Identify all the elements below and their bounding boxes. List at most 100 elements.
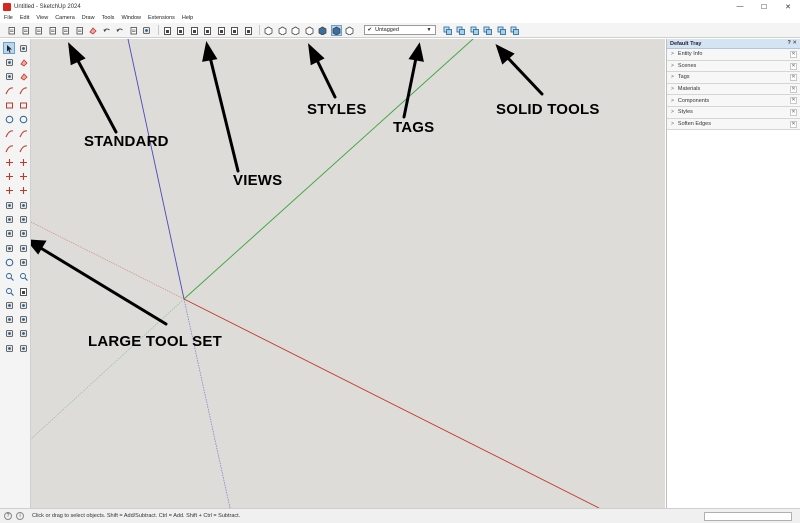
3d-text-icon[interactable] — [17, 228, 29, 240]
orbit-icon[interactable] — [3, 256, 15, 268]
minimize-button[interactable]: — — [728, 0, 752, 13]
hidden-line-icon[interactable] — [304, 25, 315, 36]
maximize-button[interactable]: ☐ — [752, 0, 776, 13]
sandbox-icon[interactable] — [3, 328, 15, 340]
close-icon[interactable]: ✕ — [790, 97, 797, 105]
back-view-icon[interactable] — [216, 25, 227, 36]
drape-icon[interactable] — [17, 342, 29, 354]
wireframe-icon[interactable] — [290, 25, 301, 36]
iso-view-icon[interactable] — [162, 25, 173, 36]
circle-icon[interactable] — [3, 113, 15, 125]
close-icon[interactable]: ✕ — [790, 74, 797, 82]
close-icon[interactable]: ✕ — [790, 85, 797, 93]
help-icon[interactable]: ? — [4, 512, 12, 520]
zoom-icon[interactable] — [3, 271, 15, 283]
outer-shell-icon[interactable] — [442, 25, 453, 36]
shaded-icon[interactable] — [317, 25, 328, 36]
tray-panel-soften-edges[interactable]: > Soften Edges ✕ — [667, 118, 800, 131]
tray-panel-scenes[interactable]: > Scenes ✕ — [667, 60, 800, 73]
zoom-window-icon[interactable] — [17, 271, 29, 283]
left-view-icon[interactable] — [229, 25, 240, 36]
tray-panel-materials[interactable]: > Materials ✕ — [667, 83, 800, 96]
menu-extensions[interactable]: Extensions — [148, 15, 175, 21]
close-icon[interactable]: ✕ — [790, 120, 797, 128]
undo-icon[interactable] — [101, 25, 112, 36]
text-icon[interactable] — [17, 214, 29, 226]
new-icon[interactable] — [6, 25, 17, 36]
drawing-viewport[interactable]: STANDARD VIEWS STYLES TAGS SOLID TOOLS L… — [31, 39, 665, 508]
offset-icon[interactable] — [17, 185, 29, 197]
polygon-icon[interactable] — [17, 113, 29, 125]
tray-panel-components[interactable]: > Components ✕ — [667, 95, 800, 107]
zoom-extents-icon[interactable] — [3, 285, 15, 297]
tray-panel-styles[interactable]: > Styles ✕ — [667, 106, 800, 119]
section-plane-icon[interactable] — [3, 242, 15, 254]
menu-window[interactable]: Window — [121, 15, 141, 21]
pie-icon[interactable] — [17, 142, 29, 154]
xray-icon[interactable] — [263, 25, 274, 36]
look-around-icon[interactable] — [17, 299, 29, 311]
close-button[interactable]: ✕ — [776, 0, 800, 13]
stamp-icon[interactable] — [3, 342, 15, 354]
scale-icon[interactable] — [3, 185, 15, 197]
section-fill-icon[interactable] — [17, 314, 29, 326]
axes-icon[interactable] — [3, 228, 15, 240]
right-view-icon[interactable] — [202, 25, 213, 36]
protractor-icon[interactable] — [3, 214, 15, 226]
previous-view-icon[interactable] — [17, 285, 29, 297]
position-camera-icon[interactable] — [3, 299, 15, 311]
paint-icon[interactable] — [3, 56, 15, 68]
pan-icon[interactable] — [17, 256, 29, 268]
arc-icon[interactable] — [3, 128, 15, 140]
paste-icon[interactable] — [74, 25, 85, 36]
close-icon[interactable]: ✕ — [790, 51, 797, 58]
menu-file[interactable]: File — [4, 15, 13, 21]
rectangle-icon[interactable] — [3, 99, 15, 111]
menu-help[interactable]: Help — [182, 15, 193, 21]
menu-draw[interactable]: Draw — [82, 15, 95, 21]
menu-camera[interactable]: Camera — [55, 15, 75, 21]
union-icon[interactable] — [469, 25, 480, 36]
menu-edit[interactable]: Edit — [20, 15, 29, 21]
monochrome-icon[interactable] — [344, 25, 355, 36]
close-icon[interactable]: ✕ — [790, 62, 797, 70]
freehand-icon[interactable] — [17, 85, 29, 97]
select-icon[interactable] — [3, 42, 15, 54]
follow-me-icon[interactable] — [17, 171, 29, 183]
dimension-icon[interactable] — [17, 199, 29, 211]
menu-view[interactable]: View — [36, 15, 48, 21]
open-icon[interactable] — [20, 25, 31, 36]
subtract-icon[interactable] — [482, 25, 493, 36]
tray-header-icons[interactable]: ? ✕ — [788, 40, 798, 46]
erase-icon[interactable] — [87, 25, 98, 36]
copy-icon[interactable] — [60, 25, 71, 36]
line-icon[interactable] — [3, 85, 15, 97]
rotated-rect-icon[interactable] — [17, 99, 29, 111]
cut-icon[interactable] — [47, 25, 58, 36]
back-edges-icon[interactable] — [277, 25, 288, 36]
three-point-arc-icon[interactable] — [3, 142, 15, 154]
bottom-view-icon[interactable] — [243, 25, 254, 36]
front-view-icon[interactable] — [189, 25, 200, 36]
rotate-icon[interactable] — [3, 171, 15, 183]
redo-icon[interactable] — [114, 25, 125, 36]
eraser2-icon[interactable] — [17, 71, 29, 83]
tape-measure-icon[interactable] — [3, 199, 15, 211]
info-icon[interactable]: i — [16, 512, 24, 520]
tag-icon[interactable] — [3, 71, 15, 83]
trim-icon[interactable] — [496, 25, 507, 36]
tray-panel-entity-info[interactable]: > Entity Info ✕ — [667, 49, 800, 61]
measurements-box[interactable] — [704, 512, 792, 521]
walk-icon[interactable] — [17, 242, 29, 254]
shaded-textures-icon[interactable] — [330, 24, 342, 36]
top-view-icon[interactable] — [175, 25, 186, 36]
split-icon[interactable] — [509, 25, 520, 36]
two-point-arc-icon[interactable] — [17, 128, 29, 140]
model-info-icon[interactable] — [141, 25, 152, 36]
eraser-icon[interactable] — [17, 56, 29, 68]
close-icon[interactable]: ✕ — [790, 108, 797, 116]
menu-tools[interactable]: Tools — [102, 15, 115, 21]
tray-panel-tags[interactable]: > Tags ✕ — [667, 72, 800, 84]
intersect-icon[interactable] — [455, 25, 466, 36]
save-icon[interactable] — [33, 25, 44, 36]
